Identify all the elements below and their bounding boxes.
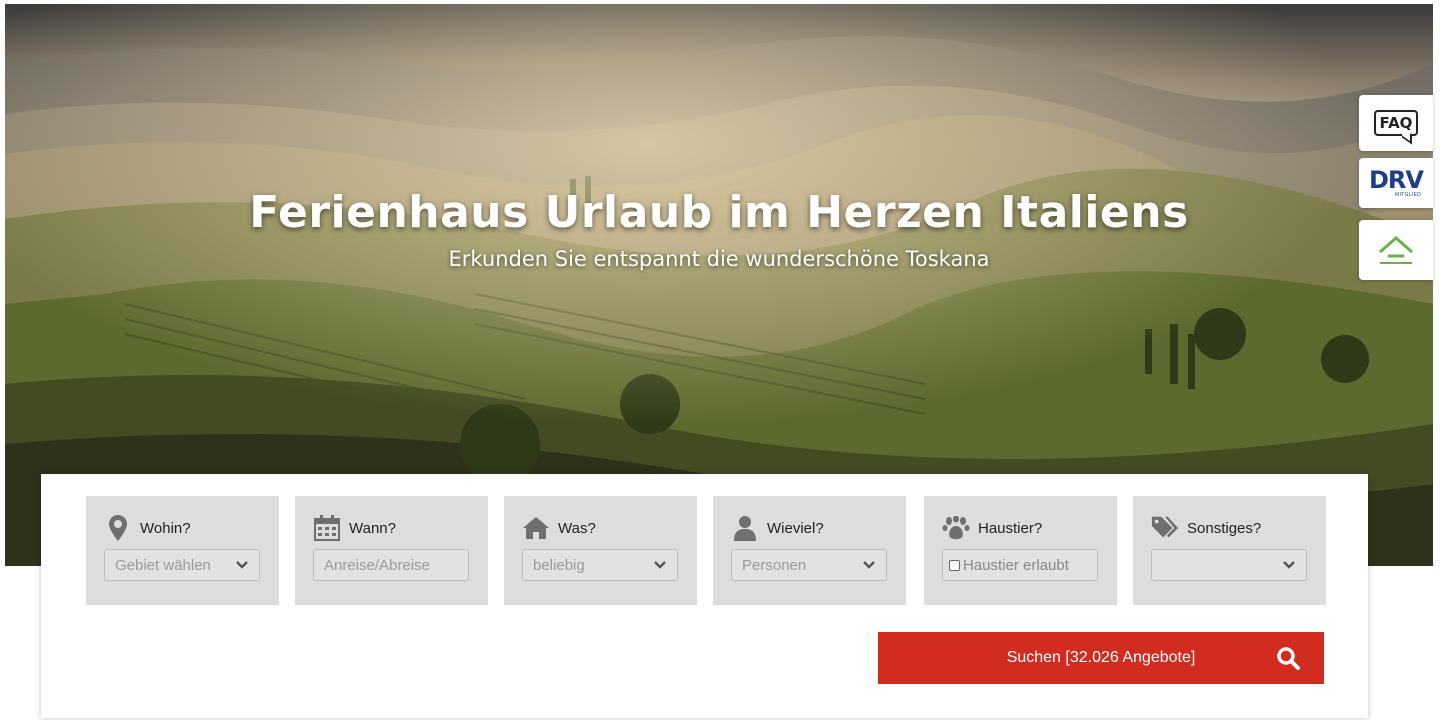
misc-select[interactable] bbox=[1151, 549, 1307, 581]
page: Ferienhaus Urlaub im Herzen Italiens Erk… bbox=[0, 0, 1440, 720]
chevron-down-icon bbox=[863, 561, 875, 569]
field-haustier: Haustier? Haustier erlaubt bbox=[924, 496, 1117, 605]
field-label: Sonstiges? bbox=[1187, 519, 1262, 537]
checkbox-label: Haustier erlaubt bbox=[963, 556, 1069, 574]
search-button[interactable]: Suchen [32.026 Angebote] bbox=[878, 632, 1324, 684]
faq-icon: FAQ bbox=[1373, 110, 1419, 136]
field-label: Wieviel? bbox=[767, 519, 824, 537]
drv-logo: DRV bbox=[1369, 166, 1424, 194]
hero-subtitle: Erkunden Sie entspannt die wunderschöne … bbox=[448, 247, 990, 271]
user-icon bbox=[731, 514, 759, 542]
select-value: beliebig bbox=[533, 556, 585, 574]
persons-select[interactable]: Personen bbox=[731, 549, 887, 581]
map-pin-icon bbox=[104, 514, 132, 542]
field-label: Wohin? bbox=[140, 519, 191, 537]
hero-title: Ferienhaus Urlaub im Herzen Italiens bbox=[249, 187, 1189, 238]
select-value: Gebiet wählen bbox=[115, 556, 211, 574]
chevron-down-icon bbox=[654, 561, 666, 569]
field-sonstiges: Sonstiges? bbox=[1133, 496, 1326, 605]
dfv-member-badge[interactable] bbox=[1359, 220, 1433, 280]
home-icon bbox=[522, 514, 550, 542]
checkbox-box[interactable] bbox=[949, 559, 960, 571]
search-button-label: Suchen [32.026 Angebote] bbox=[1006, 649, 1196, 666]
region-select[interactable]: Gebiet wählen bbox=[104, 549, 260, 581]
drv-sublabel: MITGLIED bbox=[1394, 192, 1421, 198]
field-was: Was? beliebig bbox=[504, 496, 697, 605]
pet-allowed-checkbox[interactable]: Haustier erlaubt bbox=[942, 549, 1098, 581]
search-icon bbox=[1277, 647, 1300, 670]
date-input[interactable]: Anreise/Abreise bbox=[313, 549, 469, 581]
search-panel: Wohin? Gebiet wählen Wann? Anreise/Abrei… bbox=[41, 474, 1368, 718]
drv-member-badge[interactable]: DRV MITGLIED bbox=[1359, 158, 1433, 208]
field-label: Wann? bbox=[349, 519, 396, 537]
calendar-icon bbox=[313, 514, 341, 542]
tags-icon bbox=[1151, 514, 1179, 542]
field-wieviel: Wieviel? Personen bbox=[713, 496, 906, 605]
select-value: Personen bbox=[742, 556, 807, 574]
type-select[interactable]: beliebig bbox=[522, 549, 678, 581]
chevron-down-icon bbox=[236, 561, 248, 569]
paw-icon bbox=[942, 514, 970, 542]
chevron-down-icon bbox=[1283, 561, 1295, 569]
faq-button[interactable]: FAQ bbox=[1359, 95, 1433, 151]
field-wann: Wann? Anreise/Abreise bbox=[295, 496, 488, 605]
input-placeholder: Anreise/Abreise bbox=[324, 556, 430, 574]
house-logo-icon bbox=[1379, 236, 1413, 264]
field-wohin: Wohin? Gebiet wählen bbox=[86, 496, 279, 605]
field-label: Haustier? bbox=[978, 519, 1043, 537]
field-label: Was? bbox=[558, 519, 596, 537]
